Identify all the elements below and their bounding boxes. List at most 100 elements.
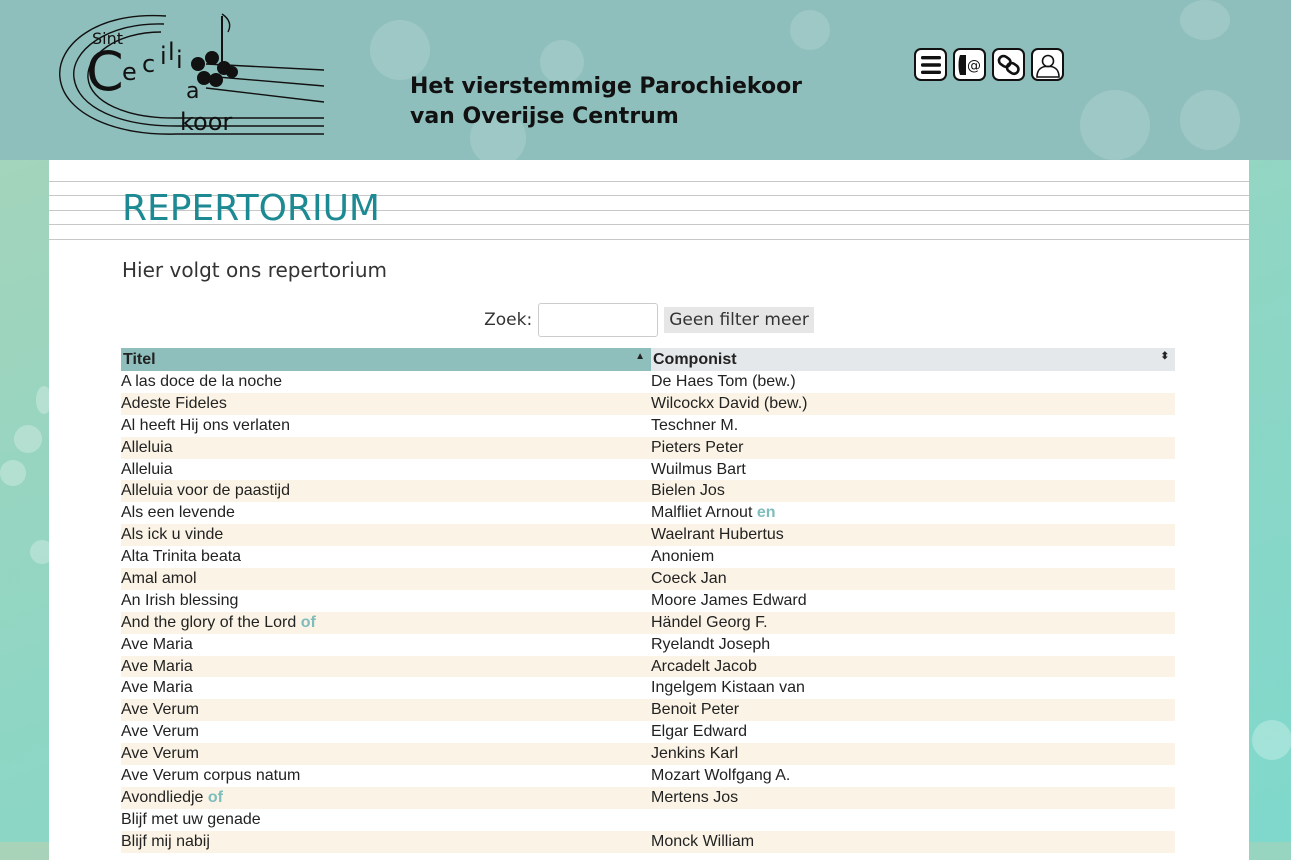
table-body: A las doce de la noche De Haes Tom (bew.)…: [121, 371, 1175, 853]
table-row[interactable]: Als ick u vinde Waelrant Hubertus: [121, 524, 1175, 547]
svg-text:c: c: [142, 50, 155, 78]
title-cell: Alleluia voor de paastijd: [121, 480, 651, 503]
table-header-row: Titel ▲ Componist ⬍: [121, 348, 1175, 371]
links-button[interactable]: [992, 48, 1025, 81]
table-row[interactable]: Al heeft Hij ons verlaten Teschner M.: [121, 415, 1175, 437]
title-cell: Alta Trinita beata: [121, 548, 242, 566]
search-input[interactable]: [538, 303, 659, 337]
table-row[interactable]: An Irish blessing Moore James Edward: [121, 590, 1175, 612]
table-row[interactable]: Ave Verum Elgar Edward: [121, 721, 1175, 743]
composer-cell: Waelrant Hubertus: [651, 524, 1175, 547]
title-cell: Alleluia: [121, 436, 651, 459]
login-button[interactable]: [1031, 48, 1064, 81]
table-row[interactable]: Ave Maria Arcadelt Jacob: [121, 655, 1175, 678]
title-cell: Ave Maria: [121, 679, 193, 697]
table-row[interactable]: Als een levende Malfliet Arnout en: [121, 502, 1175, 524]
choir-logo[interactable]: Sint C e c i l i a koor: [56, 6, 328, 140]
table-row[interactable]: Ave Maria Ryelandt Joseph: [121, 634, 1175, 656]
table-row[interactable]: Avondliedje of Mertens Jos: [121, 786, 1175, 809]
composer-cell: Ryelandt Joseph: [651, 635, 771, 653]
table-row[interactable]: And the glory of the Lord of Händel Georg…: [121, 611, 1175, 634]
composer-cell: Moore James Edward: [651, 591, 807, 609]
sort-both-icon: ⬍: [1160, 351, 1169, 362]
title-cell: Ave Verum: [121, 743, 651, 766]
title-cell: Als ick u vinde: [121, 524, 651, 547]
column-header-composer[interactable]: Componist ⬍: [651, 348, 1175, 371]
page-subtitle: Hier volgt ons repertorium: [122, 258, 388, 282]
composer-cell: Mertens Jos: [651, 786, 1175, 809]
svg-text:i: i: [160, 42, 167, 70]
composer-cell: Pieters Peter: [651, 436, 1175, 459]
svg-text:e: e: [122, 58, 137, 86]
title-band: REPERTORIUM: [49, 160, 1249, 242]
header-icon-bar: @: [914, 48, 1064, 81]
alt-title-link[interactable]: of: [208, 789, 223, 806]
composer-cell: Malfliet Arnout en: [651, 504, 776, 522]
table-row[interactable]: Ave Verum Benoit Peter: [121, 699, 1175, 722]
table-row[interactable]: Ave Maria Ingelgem Kistaan van: [121, 677, 1175, 699]
page-title: REPERTORIUM: [122, 188, 380, 229]
site-tagline: Het vierstemmige Parochiekoor van Overij…: [410, 72, 802, 132]
search-bar: Zoek: Geen filter meer: [49, 303, 1249, 337]
title-cell: Amal amol: [121, 568, 651, 590]
title-cell: Adeste Fideles: [121, 392, 651, 415]
composer-cell: Bielen Jos: [651, 480, 1175, 503]
column-header-label: Titel: [123, 350, 156, 368]
title-cell: Blijf met uw genade: [121, 810, 261, 828]
contact-button[interactable]: @: [953, 48, 986, 81]
composer-cell: [651, 809, 1175, 831]
menu-icon: [920, 55, 941, 74]
title-cell: And the glory of the Lord of: [121, 611, 651, 634]
title-cell: Als een levende: [121, 504, 235, 522]
table-row[interactable]: Alleluia Pieters Peter: [121, 436, 1175, 459]
search-label: Zoek:: [484, 310, 533, 330]
table-row[interactable]: Adeste Fideles Wilcockx David (bew.): [121, 392, 1175, 415]
composer-cell: Arcadelt Jacob: [651, 655, 1175, 678]
composer-cell: De Haes Tom (bew.): [651, 372, 796, 390]
title-cell: Ave Verum: [121, 723, 199, 741]
table-row[interactable]: Alleluia voor de paastijd Bielen Jos: [121, 480, 1175, 503]
column-header-title[interactable]: Titel ▲: [121, 348, 651, 371]
table-row[interactable]: Alta Trinita beata Anoniem: [121, 546, 1175, 568]
repertoire-table: Titel ▲ Componist ⬍ A las doce de la noc…: [121, 348, 1175, 853]
table-row[interactable]: Ave Verum corpus natum Mozart Wolfgang A.: [121, 765, 1175, 787]
table-row[interactable]: Ave Verum Jenkins Karl: [121, 743, 1175, 766]
title-cell: Avondliedje of: [121, 786, 651, 809]
table-row[interactable]: Amal amol Coeck Jan: [121, 568, 1175, 590]
composer-cell: Teschner M.: [651, 416, 739, 434]
link-icon: [997, 54, 1020, 75]
svg-text:i: i: [176, 46, 183, 74]
user-icon: [1035, 54, 1060, 78]
column-header-label: Componist: [653, 350, 737, 368]
menu-button[interactable]: [914, 48, 947, 81]
main-content: REPERTORIUM Hier volgt ons repertorium Z…: [49, 160, 1249, 860]
composer-cell: Coeck Jan: [651, 568, 1175, 590]
table-row[interactable]: Blijf met uw genade: [121, 809, 1175, 831]
composer-cell: Mozart Wolfgang A.: [651, 766, 791, 784]
title-cell: Ave Verum corpus natum: [121, 766, 301, 784]
alt-title-link[interactable]: of: [301, 614, 316, 631]
table-row[interactable]: Alleluia Wuilmus Bart: [121, 459, 1175, 481]
more-composers-link[interactable]: en: [757, 504, 776, 521]
composer-cell: Jenkins Karl: [651, 743, 1175, 766]
site-header: Sint C e c i l i a koor Het vierstemmige…: [0, 0, 1291, 160]
title-cell: Ave Maria: [121, 655, 651, 678]
composer-cell: Anoniem: [651, 548, 715, 566]
background-bubble: [14, 425, 42, 453]
table-row[interactable]: A las doce de la noche De Haes Tom (bew.): [121, 371, 1175, 393]
title-cell: Alleluia: [121, 460, 173, 478]
title-cell: A las doce de la noche: [121, 372, 283, 390]
composer-cell: Händel Georg F.: [651, 611, 1175, 634]
contact-icon: @: [958, 54, 981, 75]
title-cell: Ave Maria: [121, 635, 193, 653]
svg-text:C: C: [86, 40, 124, 103]
composer-cell: Wilcockx David (bew.): [651, 392, 1175, 415]
composer-cell: Wuilmus Bart: [651, 460, 746, 478]
background-bubble: [1252, 720, 1291, 760]
composer-cell: Benoit Peter: [651, 699, 1175, 722]
sort-ascending-icon: ▲: [635, 351, 645, 362]
title-cell: Ave Verum: [121, 699, 651, 722]
svg-text:@: @: [967, 58, 981, 74]
clear-filter-button[interactable]: Geen filter meer: [664, 307, 814, 333]
composer-cell: Ingelgem Kistaan van: [651, 679, 805, 697]
